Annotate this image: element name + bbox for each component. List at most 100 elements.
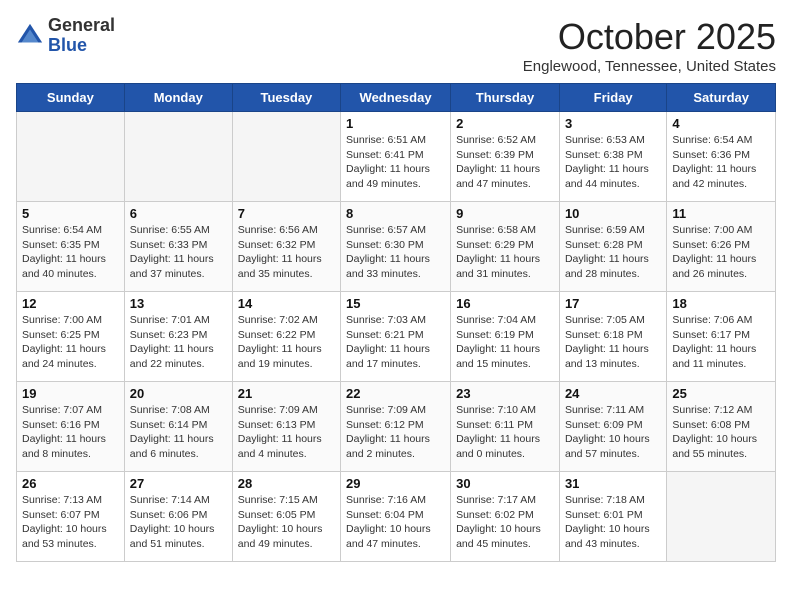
month-title: October 2025 — [523, 16, 776, 58]
day-number: 10 — [565, 206, 661, 221]
calendar-cell: 17 Sunrise: 7:05 AMSunset: 6:18 PMDayligh… — [559, 292, 666, 382]
day-number: 1 — [346, 116, 445, 131]
cell-content: Sunrise: 6:53 AMSunset: 6:38 PMDaylight:… — [565, 133, 661, 192]
calendar-week-4: 26 Sunrise: 7:13 AMSunset: 6:07 PMDayligh… — [17, 472, 776, 562]
calendar-cell: 15 Sunrise: 7:03 AMSunset: 6:21 PMDayligh… — [341, 292, 451, 382]
day-number: 26 — [22, 476, 119, 491]
calendar-cell: 19Sunrise: 7:07 AMSunset: 6:16 PMDayligh… — [17, 382, 125, 472]
cell-content: Sunrise: 7:05 AMSunset: 6:18 PMDaylight:… — [565, 313, 661, 372]
day-number: 9 — [456, 206, 554, 221]
cell-content: Sunrise: 7:03 AMSunset: 6:21 PMDaylight:… — [346, 313, 445, 372]
cell-content: Sunrise: 7:06 AMSunset: 6:17 PMDaylight:… — [672, 313, 770, 372]
day-number: 19 — [22, 386, 119, 401]
cell-content: Sunrise: 6:55 AMSunset: 6:33 PMDaylight:… — [130, 223, 227, 282]
cell-content: Sunrise: 7:15 AMSunset: 6:05 PMDaylight:… — [238, 493, 335, 552]
calendar-cell — [232, 112, 340, 202]
calendar-cell: 25 Sunrise: 7:12 AMSunset: 6:08 PMDayligh… — [667, 382, 776, 472]
day-header-friday: Friday — [559, 84, 666, 112]
calendar-cell: 4 Sunrise: 6:54 AMSunset: 6:36 PMDaylight… — [667, 112, 776, 202]
cell-content: Sunrise: 7:12 AMSunset: 6:08 PMDaylight:… — [672, 403, 770, 462]
day-header-saturday: Saturday — [667, 84, 776, 112]
cell-content: Sunrise: 6:54 AMSunset: 6:36 PMDaylight:… — [672, 133, 770, 192]
calendar-cell: 23 Sunrise: 7:10 AMSunset: 6:11 PMDayligh… — [451, 382, 560, 472]
calendar-cell: 2Sunrise: 6:52 AMSunset: 6:39 PMDaylight… — [451, 112, 560, 202]
cell-content: Sunrise: 7:09 AMSunset: 6:12 PMDaylight:… — [346, 403, 445, 462]
day-number: 29 — [346, 476, 445, 491]
cell-content: Sunrise: 6:57 AMSunset: 6:30 PMDaylight:… — [346, 223, 445, 282]
day-number: 23 — [456, 386, 554, 401]
calendar-cell: 1Sunrise: 6:51 AMSunset: 6:41 PMDaylight… — [341, 112, 451, 202]
cell-content: Sunrise: 6:54 AMSunset: 6:35 PMDaylight:… — [22, 223, 119, 282]
day-number: 24 — [565, 386, 661, 401]
logo-icon — [16, 22, 44, 50]
calendar-cell: 7 Sunrise: 6:56 AMSunset: 6:32 PMDaylight… — [232, 202, 340, 292]
day-number: 20 — [130, 386, 227, 401]
calendar-cell: 29 Sunrise: 7:16 AMSunset: 6:04 PMDayligh… — [341, 472, 451, 562]
logo-text: General Blue — [48, 16, 115, 56]
day-number: 3 — [565, 116, 661, 131]
day-number: 16 — [456, 296, 554, 311]
day-number: 15 — [346, 296, 445, 311]
day-number: 5 — [22, 206, 119, 221]
cell-content: Sunrise: 7:00 AMSunset: 6:26 PMDaylight:… — [672, 223, 770, 282]
day-number: 8 — [346, 206, 445, 221]
calendar-table: SundayMondayTuesdayWednesdayThursdayFrid… — [16, 83, 776, 562]
title-block: October 2025 Englewood, Tennessee, Unite… — [523, 16, 776, 75]
calendar-cell: 22 Sunrise: 7:09 AMSunset: 6:12 PMDayligh… — [341, 382, 451, 472]
calendar-cell: 12 Sunrise: 7:00 AMSunset: 6:25 PMDayligh… — [17, 292, 125, 382]
cell-content: Sunrise: 7:11 AMSunset: 6:09 PMDaylight:… — [565, 403, 661, 462]
cell-content: Sunrise: 7:08 AMSunset: 6:14 PMDaylight:… — [130, 403, 227, 462]
day-number: 18 — [672, 296, 770, 311]
calendar-cell: 5 Sunrise: 6:54 AMSunset: 6:35 PMDaylight… — [17, 202, 125, 292]
logo: General Blue — [16, 16, 115, 56]
day-number: 28 — [238, 476, 335, 491]
cell-content: Sunrise: 7:14 AMSunset: 6:06 PMDaylight:… — [130, 493, 227, 552]
day-number: 25 — [672, 386, 770, 401]
day-number: 30 — [456, 476, 554, 491]
cell-content: Sunrise: 7:16 AMSunset: 6:04 PMDaylight:… — [346, 493, 445, 552]
cell-content: Sunrise: 6:59 AMSunset: 6:28 PMDaylight:… — [565, 223, 661, 282]
calendar-cell: 31 Sunrise: 7:18 AMSunset: 6:01 PMDayligh… — [559, 472, 666, 562]
calendar-week-0: 1Sunrise: 6:51 AMSunset: 6:41 PMDaylight… — [17, 112, 776, 202]
day-number: 27 — [130, 476, 227, 491]
cell-content: Sunrise: 6:52 AMSunset: 6:39 PMDaylight:… — [456, 133, 554, 192]
cell-content: Sunrise: 7:09 AMSunset: 6:13 PMDaylight:… — [238, 403, 335, 462]
day-number: 11 — [672, 206, 770, 221]
cell-content: Sunrise: 7:13 AMSunset: 6:07 PMDaylight:… — [22, 493, 119, 552]
day-number: 7 — [238, 206, 335, 221]
calendar-cell: 27 Sunrise: 7:14 AMSunset: 6:06 PMDayligh… — [124, 472, 232, 562]
calendar-cell: 18 Sunrise: 7:06 AMSunset: 6:17 PMDayligh… — [667, 292, 776, 382]
cell-content: Sunrise: 7:10 AMSunset: 6:11 PMDaylight:… — [456, 403, 554, 462]
cell-content: Sunrise: 7:01 AMSunset: 6:23 PMDaylight:… — [130, 313, 227, 372]
cell-content: Sunrise: 6:56 AMSunset: 6:32 PMDaylight:… — [238, 223, 335, 282]
cell-content: Sunrise: 6:58 AMSunset: 6:29 PMDaylight:… — [456, 223, 554, 282]
day-header-thursday: Thursday — [451, 84, 560, 112]
calendar-cell — [667, 472, 776, 562]
cell-content: Sunrise: 7:04 AMSunset: 6:19 PMDaylight:… — [456, 313, 554, 372]
calendar-cell: 13 Sunrise: 7:01 AMSunset: 6:23 PMDayligh… — [124, 292, 232, 382]
day-number: 12 — [22, 296, 119, 311]
calendar-cell — [17, 112, 125, 202]
logo-general: General — [48, 15, 115, 35]
day-number: 14 — [238, 296, 335, 311]
cell-content: Sunrise: 7:00 AMSunset: 6:25 PMDaylight:… — [22, 313, 119, 372]
calendar-cell: 11 Sunrise: 7:00 AMSunset: 6:26 PMDayligh… — [667, 202, 776, 292]
calendar-cell: 14Sunrise: 7:02 AMSunset: 6:22 PMDayligh… — [232, 292, 340, 382]
calendar-cell: 8 Sunrise: 6:57 AMSunset: 6:30 PMDaylight… — [341, 202, 451, 292]
calendar-week-1: 5 Sunrise: 6:54 AMSunset: 6:35 PMDaylight… — [17, 202, 776, 292]
cell-content: Sunrise: 7:18 AMSunset: 6:01 PMDaylight:… — [565, 493, 661, 552]
calendar-cell: 24 Sunrise: 7:11 AMSunset: 6:09 PMDayligh… — [559, 382, 666, 472]
day-header-tuesday: Tuesday — [232, 84, 340, 112]
calendar-cell: 9 Sunrise: 6:58 AMSunset: 6:29 PMDaylight… — [451, 202, 560, 292]
day-number: 4 — [672, 116, 770, 131]
day-header-wednesday: Wednesday — [341, 84, 451, 112]
location: Englewood, Tennessee, United States — [523, 58, 776, 75]
page-header: General Blue October 2025 Englewood, Ten… — [16, 16, 776, 75]
day-header-sunday: Sunday — [17, 84, 125, 112]
calendar-cell: 10 Sunrise: 6:59 AMSunset: 6:28 PMDayligh… — [559, 202, 666, 292]
day-number: 6 — [130, 206, 227, 221]
day-number: 13 — [130, 296, 227, 311]
day-number: 22 — [346, 386, 445, 401]
day-number: 31 — [565, 476, 661, 491]
day-number: 17 — [565, 296, 661, 311]
